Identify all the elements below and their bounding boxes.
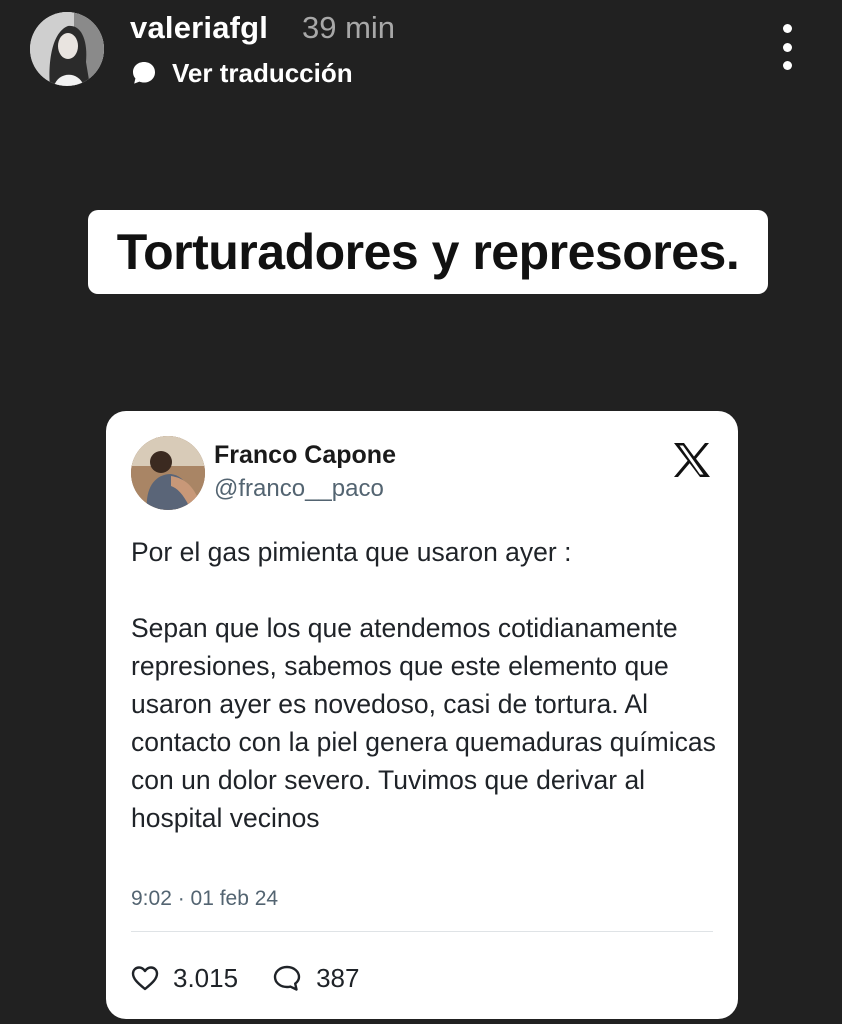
tweet-author-avatar[interactable] xyxy=(131,436,205,510)
tweet-stats: 3.015 387 xyxy=(131,960,359,996)
tweet-timestamp: 9:02 · 01 feb 24 xyxy=(131,887,279,910)
story-time: 39 min xyxy=(302,10,396,45)
more-options-icon[interactable] xyxy=(770,24,804,70)
tweet-paragraph: Por el gas pimienta que usaron ayer : xyxy=(131,537,572,567)
translate-label: Ver traducción xyxy=(172,57,353,88)
x-logo-icon xyxy=(671,441,711,479)
avatar[interactable] xyxy=(30,12,104,86)
reply-count: 387 xyxy=(316,962,360,993)
translate-link[interactable]: Ver traducción xyxy=(130,56,353,90)
story-header: valeriafgl 39 min Ver traducción xyxy=(0,0,842,100)
tweet-card[interactable]: Franco Capone @franco__paco Por el gas p… xyxy=(106,411,738,1019)
tweet-author-handle[interactable]: @franco__paco xyxy=(214,475,384,503)
tweet-author-name[interactable]: Franco Capone xyxy=(214,441,396,470)
divider xyxy=(131,931,713,932)
speech-bubble-icon xyxy=(133,62,155,84)
tweet-text: Por el gas pimienta que usaron ayer : Se… xyxy=(131,533,721,837)
headline-sticker: Torturadores y represores. xyxy=(88,210,768,294)
like-count: 3.015 xyxy=(173,962,239,993)
heart-icon xyxy=(131,966,159,991)
reply-button[interactable]: 387 xyxy=(272,963,359,994)
like-button[interactable]: 3.015 xyxy=(131,963,238,994)
tweet-paragraph: Sepan que los que atendemos cotidianamen… xyxy=(131,613,716,833)
username[interactable]: valeriafgl xyxy=(130,10,268,46)
reply-bubble-icon xyxy=(273,965,301,991)
